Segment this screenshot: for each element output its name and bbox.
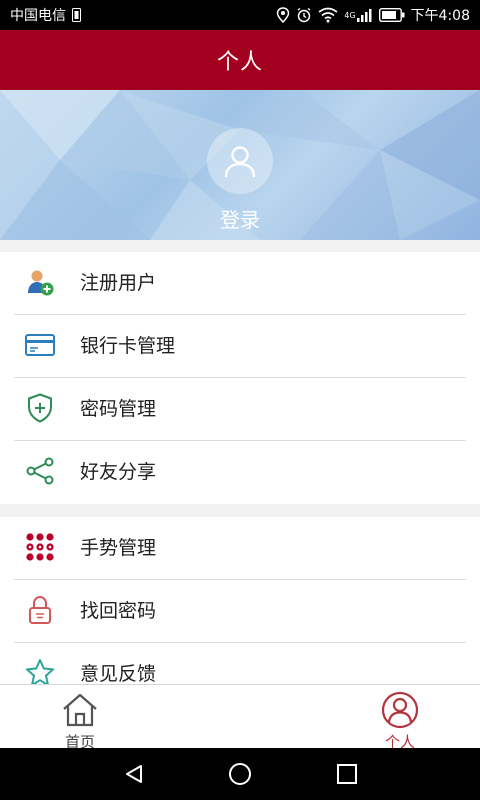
- clock-label: 下午4:08: [410, 8, 470, 24]
- page-header: 个人: [0, 30, 480, 90]
- lock-icon: [24, 594, 56, 626]
- menu-item-share[interactable]: 好友分享: [0, 441, 480, 504]
- menu-item-password[interactable]: 密码管理: [0, 378, 480, 441]
- menu-item-gesture[interactable]: 手势管理: [0, 517, 480, 580]
- status-left: 中国电信: [10, 0, 81, 30]
- user-circle-icon: [380, 691, 420, 729]
- avatar[interactable]: [207, 128, 273, 194]
- carrier-label: 中国电信: [10, 8, 66, 24]
- login-link[interactable]: 登录: [0, 204, 480, 233]
- menu-item-label: 银行卡管理: [80, 335, 176, 357]
- menu-item-label: 好友分享: [80, 461, 157, 483]
- shield-icon: [24, 392, 56, 424]
- share-icon: [24, 455, 56, 487]
- tab-profile[interactable]: 个人: [340, 685, 460, 751]
- page-title: 个人: [216, 50, 263, 75]
- recents-icon[interactable]: [333, 760, 361, 788]
- section-gap: [0, 240, 480, 252]
- tab-home[interactable]: 首页: [20, 685, 140, 751]
- menu-item-recover-password[interactable]: 找回密码: [0, 580, 480, 643]
- signal-icon: 4G: [344, 8, 372, 22]
- menu-item-label: 找回密码: [80, 600, 157, 622]
- network-type-label: 4G: [344, 10, 356, 20]
- bank-card-icon: [24, 329, 56, 361]
- alarm-icon: [296, 7, 312, 23]
- user-icon: [224, 146, 256, 178]
- add-user-icon: [24, 266, 56, 298]
- system-nav-bar: [0, 748, 480, 800]
- back-icon[interactable]: [120, 760, 148, 788]
- menu-item-label: 手势管理: [80, 537, 157, 559]
- sim-icon: [72, 8, 81, 22]
- home-circle-icon[interactable]: [226, 760, 254, 788]
- menu-item-bank-card[interactable]: 银行卡管理: [0, 315, 480, 378]
- bottom-tab-bar: 首页 个人: [0, 684, 480, 751]
- gesture-grid-icon: [24, 531, 56, 563]
- profile-banner: 登录: [0, 90, 480, 240]
- status-right: 4G 下午4:08: [276, 0, 470, 30]
- menu-item-label: 注册用户: [80, 272, 157, 294]
- location-icon: [276, 7, 290, 23]
- menu-item-label: 密码管理: [80, 398, 157, 420]
- wifi-icon: [318, 7, 338, 23]
- menu-item-register[interactable]: 注册用户: [0, 252, 480, 315]
- battery-icon: [378, 8, 405, 22]
- status-bar: 中国电信 4G 下午4:08: [0, 0, 480, 30]
- home-icon: [60, 691, 100, 729]
- section-gap: [0, 504, 480, 517]
